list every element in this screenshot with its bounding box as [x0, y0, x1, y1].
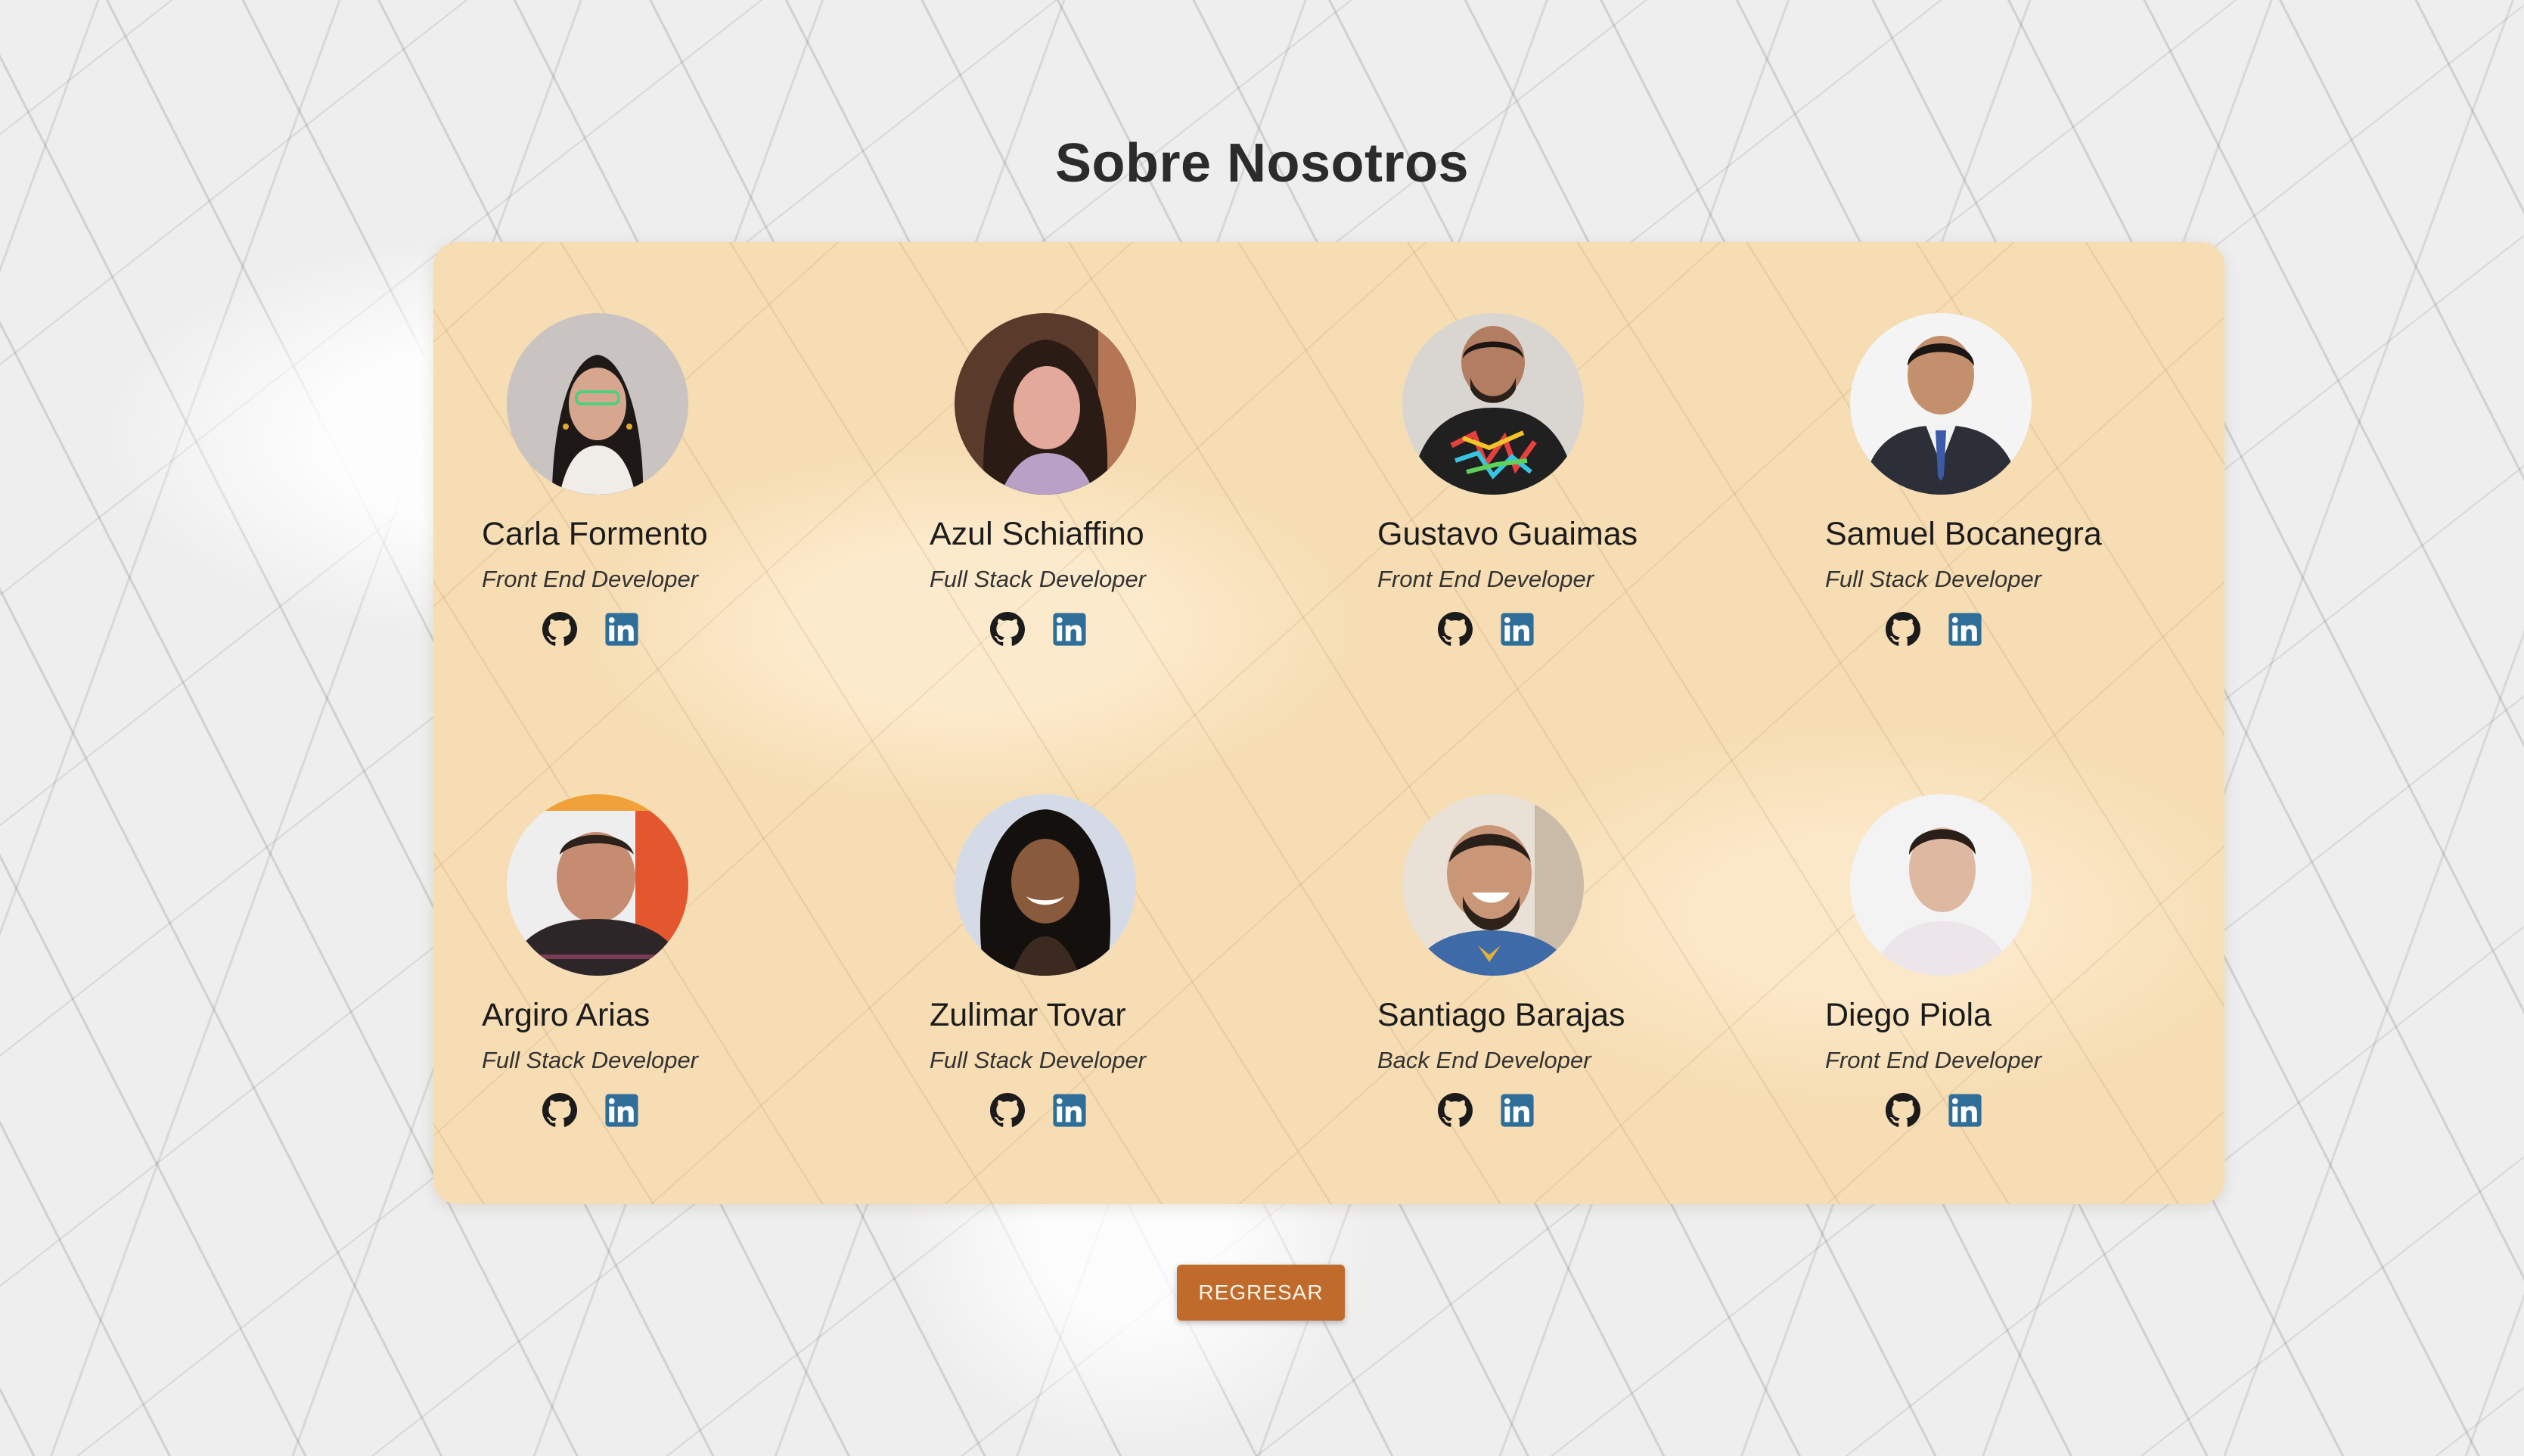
member-name: Diego Piola [1825, 997, 1992, 1033]
github-icon[interactable] [1886, 612, 1920, 647]
github-icon[interactable] [1438, 1093, 1473, 1128]
linkedin-icon[interactable] [604, 1093, 639, 1128]
member-card: Argiro Arias Full Stack Developer [482, 794, 905, 1187]
avatar-photo [955, 313, 1136, 495]
member-name: Zulimar Tovar [930, 997, 1126, 1033]
social-links [990, 612, 1087, 647]
social-links [1886, 612, 1982, 647]
member-role: Full Stack Developer [1825, 566, 2042, 592]
linkedin-icon[interactable] [1052, 612, 1087, 647]
avatar-photo [507, 313, 688, 495]
member-card: Santiago Barajas Back End Developer [1377, 794, 1801, 1187]
avatar [507, 313, 688, 495]
member-card: Diego Piola Front End Developer [1825, 794, 2249, 1187]
member-name: Santiago Barajas [1377, 997, 1625, 1033]
page-title: Sobre Nosotros [1054, 133, 1470, 194]
avatar-photo [1402, 794, 1584, 976]
member-name: Azul Schiaffino [930, 516, 1144, 552]
member-role: Full Stack Developer [482, 1047, 699, 1073]
member-role: Full Stack Developer [930, 566, 1147, 592]
member-card: Carla Formento Front End Developer [482, 313, 905, 706]
avatar [1402, 794, 1584, 976]
member-name: Carla Formento [482, 516, 708, 552]
member-card: Gustavo Guaimas Front End Developer [1377, 313, 1801, 706]
linkedin-icon[interactable] [1500, 1093, 1535, 1128]
github-icon[interactable] [990, 612, 1025, 647]
member-name: Samuel Bocanegra [1825, 516, 2102, 552]
member-card: Azul Schiaffino Full Stack Developer [930, 313, 1353, 706]
linkedin-icon[interactable] [1052, 1093, 1087, 1128]
linkedin-icon[interactable] [1500, 612, 1535, 647]
avatar-photo [1402, 313, 1584, 495]
social-links [990, 1093, 1087, 1128]
social-links [1886, 1093, 1982, 1128]
avatar [1850, 794, 2032, 976]
linkedin-icon[interactable] [1948, 1093, 1982, 1128]
avatar-photo [1850, 794, 2032, 976]
avatar [955, 794, 1136, 976]
member-card: Samuel Bocanegra Full Stack Developer [1825, 313, 2249, 706]
linkedin-icon[interactable] [604, 612, 639, 647]
github-icon[interactable] [542, 612, 577, 647]
member-role: Full Stack Developer [930, 1047, 1147, 1073]
member-role: Front End Developer [482, 566, 699, 592]
member-name: Argiro Arias [482, 997, 650, 1033]
avatar-photo [955, 794, 1136, 976]
avatar [507, 794, 688, 976]
team-panel: Carla Formento Front End Developer Azul … [433, 242, 2224, 1204]
member-name: Gustavo Guaimas [1377, 516, 1638, 552]
avatar-photo [1850, 313, 2032, 495]
avatar [1850, 313, 2032, 495]
github-icon[interactable] [1438, 612, 1473, 647]
member-role: Back End Developer [1377, 1047, 1591, 1073]
social-links [1438, 612, 1535, 647]
avatar [1402, 313, 1584, 495]
avatar-photo [507, 794, 688, 976]
member-role: Front End Developer [1825, 1047, 2042, 1073]
member-role: Front End Developer [1377, 566, 1594, 592]
github-icon[interactable] [1886, 1093, 1920, 1128]
social-links [542, 1093, 639, 1128]
github-icon[interactable] [542, 1093, 577, 1128]
avatar [955, 313, 1136, 495]
linkedin-icon[interactable] [1948, 612, 1982, 647]
github-icon[interactable] [990, 1093, 1025, 1128]
social-links [542, 612, 639, 647]
back-button[interactable]: REGRESAR [1177, 1265, 1345, 1321]
social-links [1438, 1093, 1535, 1128]
member-card: Zulimar Tovar Full Stack Developer [930, 794, 1353, 1187]
